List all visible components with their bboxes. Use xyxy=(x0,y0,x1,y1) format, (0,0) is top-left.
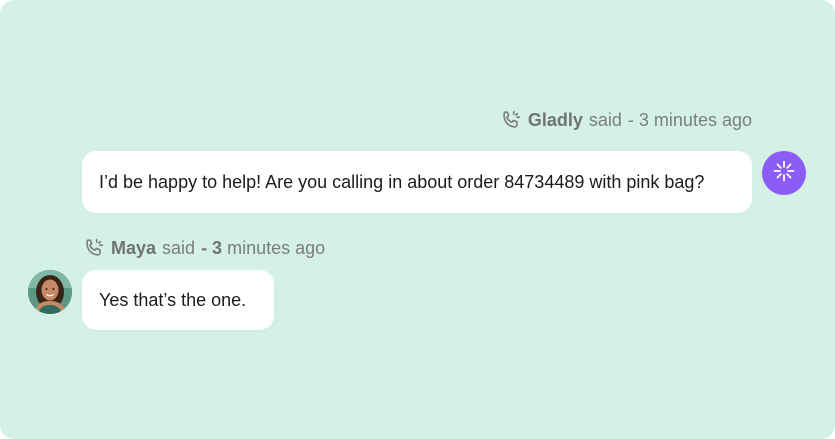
conversation-panel: Gladly said - 3 minutes ago I’d be happy… xyxy=(0,0,835,439)
agent-avatar xyxy=(762,151,806,195)
agent-said-label: said xyxy=(588,109,622,130)
agent-message-meta: Gladly said - 3 minutes ago xyxy=(500,109,752,131)
phone-call-icon xyxy=(500,109,522,131)
agent-message-bubble: I’d be happy to help! Are you calling in… xyxy=(82,151,752,213)
customer-timestamp: - 3 minutes ago xyxy=(201,237,326,258)
phone-call-icon xyxy=(83,237,105,259)
customer-message-meta: Maya said - 3 minutes ago xyxy=(83,237,325,259)
customer-message-text: Yes that’s the one. xyxy=(99,289,247,310)
customer-sender-name: Maya xyxy=(111,237,157,258)
customer-avatar xyxy=(28,270,72,314)
agent-timestamp: - 3 minutes ago xyxy=(627,109,752,130)
customer-said-label: said xyxy=(162,237,196,258)
sparkle-icon xyxy=(772,159,796,188)
customer-message-bubble: Yes that’s the one. xyxy=(82,270,274,330)
agent-sender-name: Gladly xyxy=(527,109,583,130)
agent-message-text: I’d be happy to help! Are you calling in… xyxy=(99,171,705,192)
